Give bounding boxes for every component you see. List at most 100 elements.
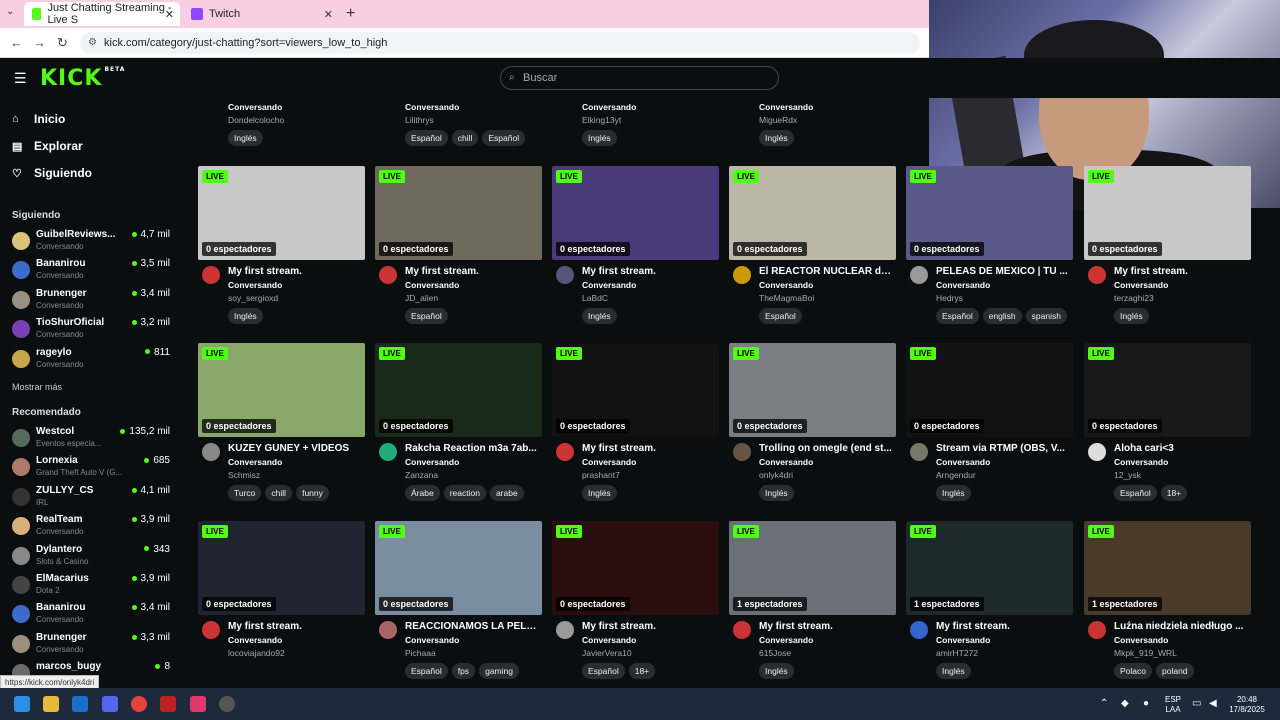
stream-title[interactable]: Trolling on omegle (end st... (759, 443, 895, 454)
stream-card[interactable]: Conversando Dondelcolocho Inglés (198, 98, 365, 148)
streamer-name[interactable]: Mkpk_919_WRL (1114, 648, 1177, 658)
streamer-avatar[interactable] (379, 443, 397, 461)
streamer-avatar[interactable] (733, 621, 751, 639)
streamer-name[interactable]: soy_sergioxd (228, 293, 278, 303)
stream-category[interactable]: Conversando (228, 280, 282, 290)
stream-category[interactable]: Conversando (1114, 457, 1168, 467)
streamer-avatar[interactable] (202, 443, 220, 461)
file-explorer-icon[interactable] (43, 696, 59, 712)
stream-category[interactable]: Conversando (759, 280, 813, 290)
stream-thumbnail[interactable]: LIVE 0 espectadores (552, 343, 719, 437)
tag[interactable]: Español (405, 663, 448, 679)
stream-card[interactable]: LIVE 0 espectadores REACCIONAMOS LA PELE..… (375, 521, 542, 688)
stream-title[interactable]: My first stream. (228, 266, 364, 277)
stream-card[interactable]: LIVE 0 espectadores Trolling on omegle (en… (729, 343, 896, 513)
tag[interactable]: Inglés (936, 663, 971, 679)
tag[interactable]: Español (759, 308, 802, 324)
sidebar-channel[interactable]: rageylo Conversando 811 (12, 347, 182, 375)
tab-search-icon[interactable]: ⌄ (6, 6, 14, 17)
streamer-avatar[interactable] (202, 266, 220, 284)
volume-icon[interactable]: ◀ (1209, 698, 1217, 709)
tag[interactable]: Inglés (759, 485, 794, 501)
outlook-icon[interactable] (72, 696, 88, 712)
stream-thumbnail[interactable]: LIVE 0 espectadores (906, 166, 1073, 260)
streamer-avatar[interactable] (1088, 443, 1106, 461)
sidebar-channel[interactable]: ZULLYY_CS IRL 4,1 mil (12, 485, 182, 513)
streamer-name[interactable]: 615Jose (759, 648, 791, 658)
stream-thumbnail[interactable]: LIVE 1 espectadores (729, 521, 896, 615)
stream-category[interactable]: Conversando (582, 280, 636, 290)
stream-title[interactable]: My first stream. (405, 266, 541, 277)
streamer-avatar[interactable] (556, 266, 574, 284)
streamer-name[interactable]: amirHT272 (936, 648, 978, 658)
tag[interactable]: Inglés (228, 308, 263, 324)
streamer-name[interactable]: Schmisz (228, 470, 260, 480)
stream-title[interactable]: PELEAS DE MEXICO | TU ... (936, 266, 1072, 277)
stream-category[interactable]: Conversando (936, 457, 990, 467)
streamer-avatar[interactable] (379, 266, 397, 284)
streamer-name[interactable]: terzaghi23 (1114, 293, 1154, 303)
menu-icon[interactable]: ☰ (14, 70, 27, 87)
stream-category[interactable]: Conversando (228, 102, 282, 112)
stream-title[interactable]: KUZEY GÜNEY + VİDEOS (228, 443, 364, 454)
media-app-icon[interactable] (160, 696, 176, 712)
stream-thumbnail[interactable]: LIVE 0 espectadores (729, 166, 896, 260)
tab-twitch[interactable]: Twitch ✕ (183, 2, 339, 26)
stream-title[interactable]: My first stream. (1114, 266, 1250, 277)
sidebar-channel[interactable]: TioShurOficial Conversando 3,2 mil (12, 317, 182, 345)
streamer-name[interactable]: Elking13yt (582, 115, 621, 125)
sidebar-channel[interactable]: GuibelReviews... Conversando 4,7 mil (12, 229, 182, 257)
tag[interactable]: poland (1156, 663, 1194, 679)
stream-category[interactable]: Conversando (936, 280, 990, 290)
streamer-name[interactable]: Lilithrys (405, 115, 434, 125)
tag[interactable]: Español (482, 130, 526, 146)
stream-thumbnail[interactable]: LIVE 0 espectadores (906, 343, 1073, 437)
sidebar-channel[interactable]: RealTeam Conversando 3,9 mil (12, 514, 182, 542)
sidebar-channel[interactable]: Brunenger Conversando 3,3 mil (12, 632, 182, 660)
stream-thumbnail[interactable]: LIVE 0 espectadores (1084, 166, 1251, 260)
network-icon[interactable]: ▭ (1192, 698, 1201, 709)
sidebar-channel[interactable]: Brunenger Conversando 3,4 mil (12, 288, 182, 316)
stream-card[interactable]: LIVE 0 espectadores KUZEY GÜNEY + VİDEOS Co… (198, 343, 365, 513)
tag[interactable]: Español (1114, 485, 1157, 501)
tag[interactable]: Inglés (228, 130, 263, 146)
tag[interactable]: fps (451, 663, 476, 679)
tag[interactable]: english (982, 308, 1022, 324)
stream-thumbnail[interactable]: LIVE 0 espectadores (375, 521, 542, 615)
streamer-avatar[interactable] (556, 443, 574, 461)
streamer-name[interactable]: Hedrys (936, 293, 963, 303)
stream-title[interactable]: My first stream. (759, 621, 895, 632)
tag[interactable]: Español (582, 663, 625, 679)
stream-title[interactable]: My first stream. (582, 443, 718, 454)
streamer-name[interactable]: Pichaaa (405, 648, 436, 658)
streamer-avatar[interactable] (556, 621, 574, 639)
sidebar-channel[interactable]: Bananirou Conversando 3,4 mil (12, 602, 182, 630)
tag[interactable]: 18+ (1160, 485, 1188, 501)
stream-card[interactable]: Conversando MigueRdx Inglés (729, 98, 896, 148)
stream-category[interactable]: Conversando (228, 635, 282, 645)
tab-kick[interactable]: Just Chatting Streaming - Live S ✕ (24, 2, 180, 26)
streamer-avatar[interactable] (1088, 266, 1106, 284)
stream-card[interactable]: LIVE 0 espectadores Rakcha Reaction m3a 7a… (375, 343, 542, 513)
stream-category[interactable]: Conversando (759, 102, 813, 112)
tag[interactable]: Polaco (1114, 663, 1152, 679)
stream-title[interactable]: El REACTOR NUCLEAR de ... (759, 266, 895, 277)
mic-tray-icon[interactable]: ● (1143, 698, 1149, 709)
stream-title[interactable]: My first stream. (582, 621, 718, 632)
streamer-name[interactable]: locoviajando92 (228, 648, 285, 658)
tag[interactable]: Español (405, 308, 448, 324)
sidebar-channel[interactable]: Dylantero Slots & Casino 343 (12, 544, 182, 572)
tag[interactable]: Inglés (759, 130, 794, 146)
stream-card[interactable]: Conversando Lilithrys Español chill Español (375, 98, 542, 148)
stream-title[interactable]: My first stream. (228, 621, 364, 632)
streamer-avatar[interactable] (910, 443, 928, 461)
streamer-name[interactable]: Dondelcolocho (228, 115, 284, 125)
streamer-name[interactable]: 12_ysk (1114, 470, 1141, 480)
close-tab-icon[interactable]: ✕ (324, 8, 333, 21)
stream-thumbnail[interactable]: LIVE 0 espectadores (729, 343, 896, 437)
stream-thumbnail[interactable]: LIVE 0 espectadores (552, 521, 719, 615)
streamer-avatar[interactable] (202, 621, 220, 639)
stream-title[interactable]: My first stream. (936, 621, 1072, 632)
streamer-name[interactable]: Arngendur (936, 470, 976, 480)
chrome-icon[interactable] (131, 696, 147, 712)
